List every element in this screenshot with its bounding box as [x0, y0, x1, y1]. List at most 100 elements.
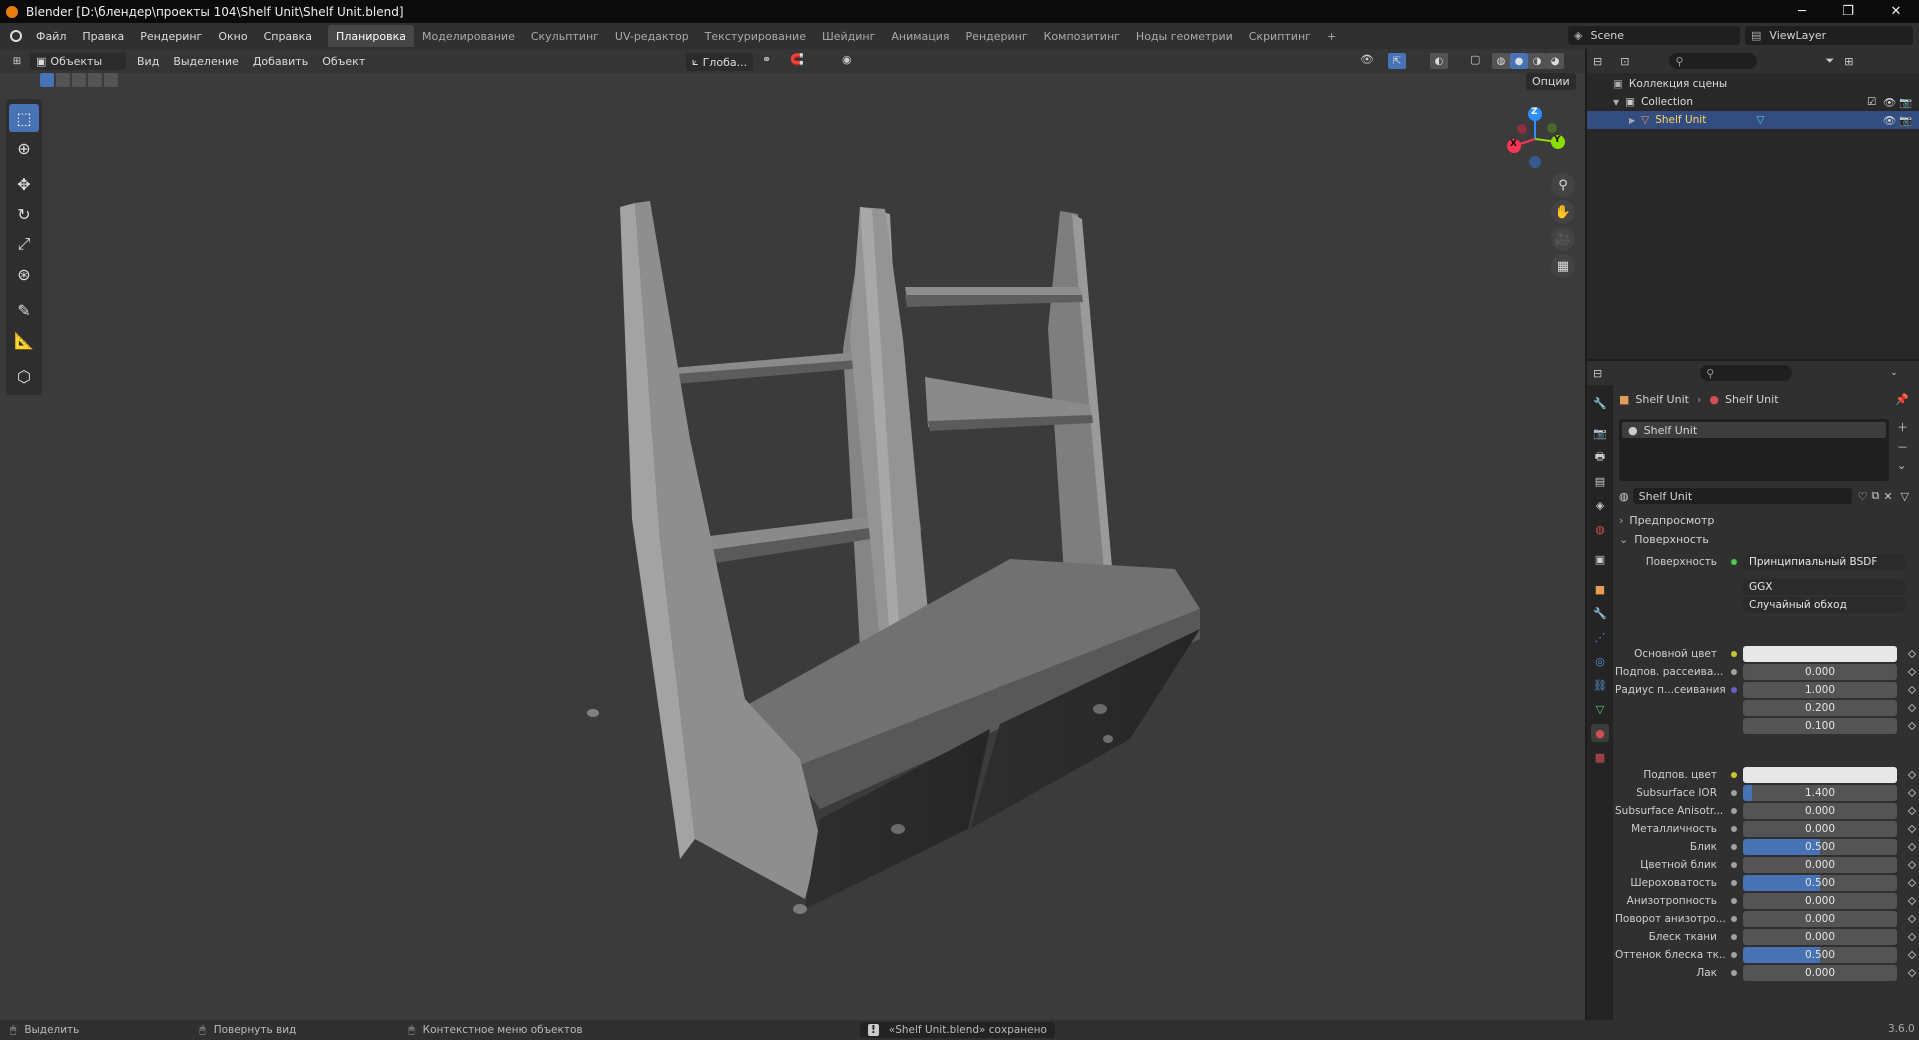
menu-file[interactable]: Файл: [28, 30, 74, 43]
tab-uv-editing[interactable]: UV-редактор: [607, 25, 697, 47]
select-new-icon[interactable]: [40, 73, 54, 87]
menu-select[interactable]: Выделение: [166, 55, 246, 68]
tab-compositing[interactable]: Композитинг: [1036, 25, 1128, 47]
socket-icon[interactable]: [1731, 862, 1737, 868]
browse-material-icon[interactable]: ◍: [1619, 490, 1629, 503]
scene-tab-icon[interactable]: ◈: [1591, 496, 1609, 514]
material-slot-item[interactable]: ● Shelf Unit: [1622, 422, 1886, 438]
keyframe-icon[interactable]: [1907, 878, 1917, 888]
outliner-search-icon[interactable]: ⚲: [1669, 53, 1758, 69]
keyframe-icon[interactable]: [1907, 914, 1917, 924]
value-field[interactable]: 0.500: [1743, 947, 1897, 963]
add-cube-tool-icon[interactable]: ⬡: [9, 362, 39, 390]
collection-tab-icon[interactable]: ▣: [1591, 550, 1609, 568]
value-field[interactable]: 0.000: [1743, 893, 1897, 909]
keyframe-icon[interactable]: [1907, 667, 1917, 677]
material-tab-icon[interactable]: ●: [1591, 724, 1609, 742]
proportional-edit-icon[interactable]: ◉: [842, 53, 852, 66]
exclude-checkbox-icon[interactable]: ☑: [1867, 96, 1876, 108]
hide-eye-icon[interactable]: 👁: [1883, 96, 1896, 109]
menu-window[interactable]: Окно: [210, 30, 255, 43]
constraints-tab-icon[interactable]: ⛓: [1591, 676, 1609, 694]
value-field[interactable]: 0.000: [1743, 821, 1897, 837]
subsurface-method-dropdown[interactable]: Случайный обход: [1743, 597, 1905, 613]
navigation-gizmo[interactable]: Z Y X: [1500, 104, 1570, 174]
properties-options-icon[interactable]: ⌄: [1890, 368, 1898, 378]
zoom-icon[interactable]: ⚲: [1551, 173, 1575, 197]
cursor-tool-icon[interactable]: ⊕: [9, 134, 39, 162]
surface-shader-field[interactable]: Принципиальный BSDF: [1743, 554, 1905, 570]
slot-menu-icon[interactable]: ⌄: [1897, 459, 1908, 472]
menu-help[interactable]: Справка: [256, 30, 320, 43]
socket-icon[interactable]: [1731, 790, 1737, 796]
value-field[interactable]: 0.200: [1743, 700, 1897, 716]
keyframe-icon[interactable]: [1907, 770, 1917, 780]
select-invert-icon[interactable]: [88, 73, 102, 87]
object-hide-eye-icon[interactable]: 👁: [1883, 114, 1896, 127]
duplicate-material-icon[interactable]: ⧉: [1871, 489, 1879, 503]
particles-tab-icon[interactable]: ⋰: [1591, 628, 1609, 646]
keyframe-icon[interactable]: [1907, 703, 1917, 713]
wireframe-shading-icon[interactable]: ◍: [1492, 53, 1510, 69]
tab-geometry-nodes[interactable]: Ноды геометрии: [1128, 25, 1241, 47]
tab-scripting[interactable]: Скриптинг: [1241, 25, 1319, 47]
value-field[interactable]: 0.000: [1743, 965, 1897, 981]
fake-user-icon[interactable]: ♡: [1858, 490, 1868, 503]
tab-layout[interactable]: Планировка: [328, 25, 415, 47]
socket-icon[interactable]: [1731, 952, 1737, 958]
scale-tool-icon[interactable]: ⤢: [9, 230, 39, 258]
keyframe-icon[interactable]: [1907, 968, 1917, 978]
keyframe-icon[interactable]: [1907, 649, 1917, 659]
socket-icon[interactable]: [1731, 916, 1737, 922]
rendered-shading-icon[interactable]: ◕: [1546, 53, 1564, 69]
properties-editor-icon[interactable]: ⊟: [1593, 367, 1602, 380]
transform-tool-icon[interactable]: ⊛: [9, 260, 39, 288]
value-field[interactable]: 0.000: [1743, 664, 1897, 680]
socket-icon[interactable]: [1731, 970, 1737, 976]
select-subtract-icon[interactable]: [72, 73, 86, 87]
socket-icon[interactable]: [1731, 808, 1737, 814]
keyframe-icon[interactable]: [1907, 896, 1917, 906]
move-tool-icon[interactable]: ✥: [9, 170, 39, 198]
color-field[interactable]: [1743, 646, 1897, 662]
socket-icon[interactable]: [1731, 898, 1737, 904]
new-collection-icon[interactable]: ⊞: [1844, 55, 1853, 68]
material-name-field[interactable]: Shelf Unit: [1632, 488, 1852, 504]
object-render-camera-icon[interactable]: 📷: [1899, 114, 1912, 127]
minimize-button[interactable]: ─: [1779, 0, 1825, 23]
keyframe-icon[interactable]: [1907, 685, 1917, 695]
color-field[interactable]: [1743, 767, 1897, 783]
value-field[interactable]: 0.500: [1743, 875, 1897, 891]
rotate-tool-icon[interactable]: ↻: [9, 200, 39, 228]
link-type-icon[interactable]: ▽: [1901, 490, 1909, 503]
output-tab-icon[interactable]: 🖶: [1591, 448, 1609, 466]
properties-search-icon[interactable]: ⚲: [1700, 365, 1793, 381]
tab-modeling[interactable]: Моделирование: [414, 25, 523, 47]
pan-hand-icon[interactable]: ✋: [1551, 200, 1575, 224]
transform-orientation-selector[interactable]: ⟀ Глоба...: [686, 53, 754, 71]
socket-icon[interactable]: [1731, 669, 1737, 675]
select-intersect-icon[interactable]: [104, 73, 118, 87]
menu-render[interactable]: Рендеринг: [132, 30, 210, 43]
collection-row[interactable]: ▼ ▣ Collection ☑ 👁 📷: [1587, 93, 1919, 111]
perspective-grid-icon[interactable]: ▦: [1551, 254, 1575, 278]
keyframe-icon[interactable]: [1907, 788, 1917, 798]
keyframe-icon[interactable]: [1907, 860, 1917, 870]
socket-icon[interactable]: [1731, 844, 1737, 850]
unlink-material-icon[interactable]: ✕: [1883, 490, 1892, 503]
menu-add[interactable]: Добавить: [246, 55, 315, 68]
filter-icon[interactable]: ⏷: [1825, 54, 1834, 68]
overlays-icon[interactable]: ◐: [1430, 53, 1448, 69]
3d-viewport[interactable]: ⊞ ▣ Объекты Вид Выделение Добавить Объек…: [0, 49, 1585, 1020]
menu-view[interactable]: Вид: [130, 55, 166, 68]
select-box-tool-icon[interactable]: ⬚: [9, 104, 39, 132]
tab-shading[interactable]: Шейдинг: [814, 25, 883, 47]
view-layer-tab-icon[interactable]: ▤: [1591, 472, 1609, 490]
keyframe-icon[interactable]: [1907, 950, 1917, 960]
tab-texture-paint[interactable]: Текстурирование: [697, 25, 814, 47]
editor-type-icon[interactable]: ⊞: [8, 53, 26, 69]
texture-tab-icon[interactable]: ▩: [1591, 748, 1609, 766]
value-field[interactable]: 0.500: [1743, 839, 1897, 855]
tab-animation[interactable]: Анимация: [883, 25, 957, 47]
physics-tab-icon[interactable]: ◎: [1591, 652, 1609, 670]
